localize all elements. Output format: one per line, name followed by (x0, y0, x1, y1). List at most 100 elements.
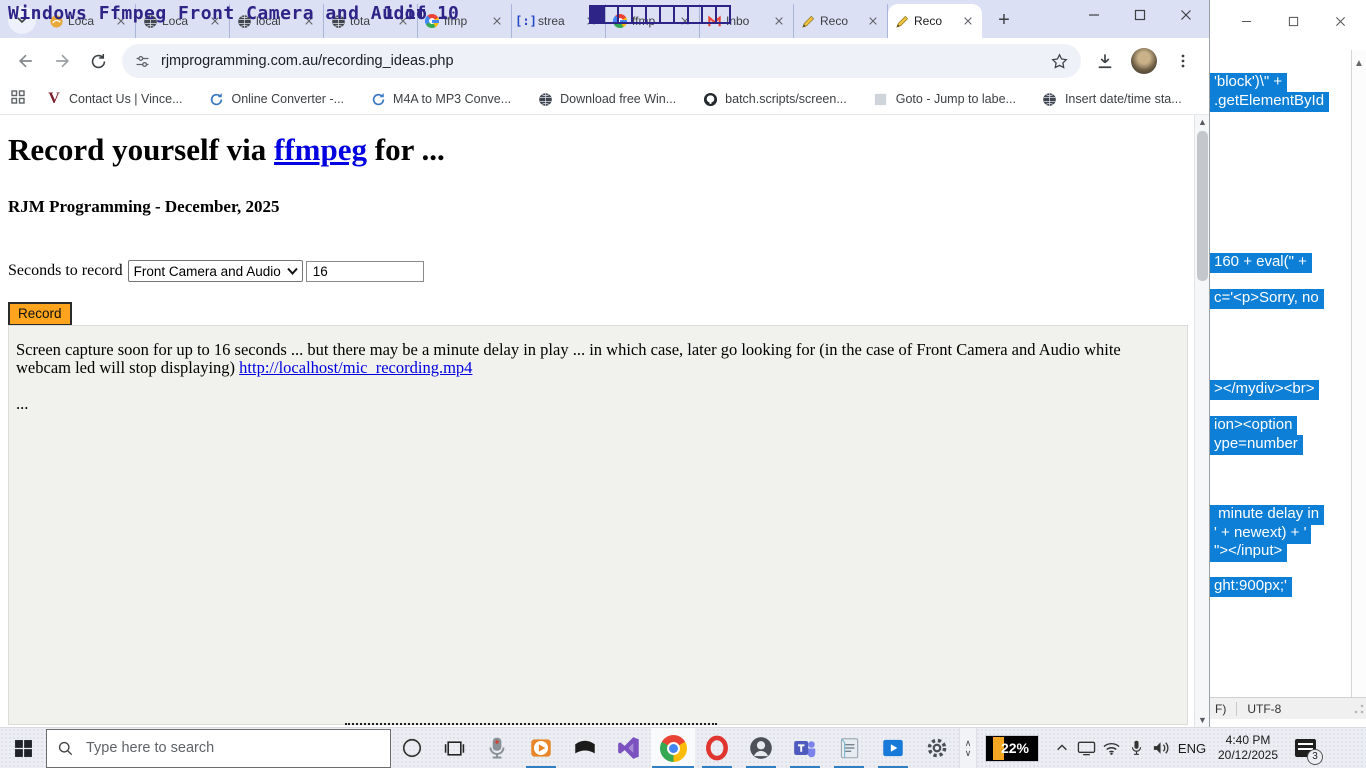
tab-close-icon[interactable] (395, 13, 411, 29)
tab-local-2[interactable]: local (230, 4, 324, 38)
task-view-button[interactable] (433, 728, 475, 768)
forward-button[interactable] (49, 48, 75, 74)
movies-tv-taskbar-icon[interactable] (871, 728, 915, 768)
battery-widget[interactable]: 22% (985, 735, 1039, 762)
taskbar-search-input[interactable]: Type here to search (46, 729, 391, 768)
battery-percent: 22% (1001, 740, 1029, 756)
resize-grip[interactable] (1353, 703, 1365, 715)
ffmpeg-link[interactable]: ffmpeg (274, 132, 367, 167)
selected-code-line: ght:900px;' (1210, 577, 1292, 597)
address-bar[interactable]: rjmprogramming.com.au/recording_ideas.ph… (122, 44, 1081, 78)
menu-kebab-icon[interactable] (1170, 48, 1196, 74)
record-button[interactable]: Record (8, 302, 72, 326)
search-icon (57, 740, 74, 757)
gmail-favicon (706, 13, 722, 29)
chrome-taskbar-icon[interactable] (651, 728, 695, 768)
bookmark-item-2[interactable]: M4A to MP3 Conve... (370, 91, 511, 107)
reload-button[interactable] (85, 48, 111, 74)
tab-ffmp-4[interactable]: ffmp (418, 4, 512, 38)
tab-reco-8[interactable]: Reco (794, 4, 888, 38)
speaker-icon[interactable] (1149, 728, 1174, 768)
minimize-button[interactable] (1071, 0, 1117, 30)
tab-close-icon[interactable] (771, 13, 787, 29)
tab-inbo-7[interactable]: Inbo (700, 4, 794, 38)
settings-taskbar-icon[interactable] (915, 728, 959, 768)
scroll-down-icon[interactable]: ▼ (1195, 713, 1210, 727)
divider (1236, 702, 1237, 716)
selected-code-line: 160 + eval(" + (1210, 253, 1312, 273)
voice-recorder-taskbar-icon[interactable] (475, 728, 519, 768)
bookmark-item-1[interactable]: Online Converter -... (208, 91, 344, 107)
tab-close-icon[interactable] (865, 13, 881, 29)
tab-close-icon[interactable] (960, 13, 976, 29)
editor-maximize-button[interactable] (1270, 8, 1317, 34)
clock[interactable]: 4:40 PM 20/12/2025 (1210, 733, 1286, 763)
select-caret-icon (287, 267, 298, 275)
tab-close-icon[interactable] (207, 13, 223, 29)
globe-favicon (330, 13, 346, 29)
apps-grid-icon[interactable] (10, 89, 26, 110)
tab-search-button[interactable] (8, 6, 36, 34)
back-button[interactable] (13, 48, 39, 74)
scroll-up-icon[interactable]: ▲ (1195, 115, 1210, 129)
start-button[interactable] (0, 728, 46, 768)
teams-taskbar-icon[interactable] (783, 728, 827, 768)
wifi-icon[interactable] (1099, 728, 1124, 768)
opera-taskbar-icon[interactable] (695, 728, 739, 768)
cortana-button[interactable] (391, 728, 433, 768)
notepad-taskbar-icon[interactable] (827, 728, 871, 768)
tab-close-icon[interactable] (583, 13, 599, 29)
tab-tota-3[interactable]: tota (324, 4, 418, 38)
new-tab-button[interactable]: + (990, 6, 1018, 34)
tab-reco-9[interactable]: Reco (888, 4, 982, 38)
bookmark-item-5[interactable]: Goto - Jump to labe... (873, 91, 1016, 107)
action-center-button[interactable]: 3 (1286, 728, 1324, 768)
editor-minimize-button[interactable] (1223, 8, 1270, 34)
tab-loca-1[interactable]: Loca (136, 4, 230, 38)
tab-close-icon[interactable] (301, 13, 317, 29)
pencil-favicon (800, 13, 816, 29)
language-indicator[interactable]: ENG (1174, 741, 1210, 756)
wallet-taskbar-icon[interactable] (563, 728, 607, 768)
bookmark-star-icon[interactable] (1050, 52, 1069, 71)
select-value: Front Camera and Audio (134, 264, 281, 279)
url-text[interactable]: rjmprogramming.com.au/recording_ideas.ph… (161, 53, 1050, 69)
scroll-up-chevron-icon[interactable]: ∧ (965, 738, 972, 748)
tab-close-icon[interactable] (489, 13, 505, 29)
site-settings-icon[interactable] (134, 53, 151, 70)
scrollbar-thumb[interactable] (1197, 131, 1208, 281)
editor-close-button[interactable] (1317, 8, 1364, 34)
editor-scrollbar[interactable]: ▲ (1351, 50, 1366, 697)
recording-link[interactable]: http://localhost/mic_recording.mp4 (239, 358, 472, 377)
tab-close-icon[interactable] (113, 13, 129, 29)
page-scrollbar[interactable]: ▲ ▼ (1194, 115, 1209, 727)
result-text: Screen capture soon for up to 16 seconds… (16, 341, 1179, 378)
tab-strea-5[interactable]: [:]strea (512, 4, 606, 38)
github-desktop-taskbar-icon[interactable] (739, 728, 783, 768)
maximize-button[interactable] (1117, 0, 1163, 30)
bookmark-item-0[interactable]: VContact Us | Vince... (46, 91, 182, 107)
profile-avatar[interactable] (1131, 48, 1157, 74)
selected-code-line: c='<p>Sorry, no (1210, 289, 1324, 309)
microphone-icon[interactable] (1124, 728, 1149, 768)
editor-scroll-up-icon[interactable]: ▲ (1352, 58, 1366, 69)
globe-favicon (236, 13, 252, 29)
taskbar-scroll-arrows[interactable]: ∧∨ (959, 728, 977, 768)
bookmark-item-4[interactable]: batch.scripts/screen... (702, 91, 847, 107)
cast-display-icon[interactable] (1074, 728, 1099, 768)
tab-label: tota (350, 14, 391, 28)
tab-close-icon[interactable] (677, 13, 693, 29)
bookmark-item-6[interactable]: Insert date/time sta... (1042, 91, 1182, 107)
tab-ffmp-6[interactable]: ffmp (606, 4, 700, 38)
visual-studio-taskbar-icon[interactable] (607, 728, 651, 768)
media-player-taskbar-icon[interactable] (519, 728, 563, 768)
close-button[interactable] (1163, 0, 1209, 30)
hidden-icons-chevron[interactable] (1049, 728, 1074, 768)
tab-loca-0[interactable]: Loca (42, 4, 136, 38)
selected-code-line: ></mydiv><br> (1210, 380, 1319, 400)
download-icon[interactable] (1092, 48, 1118, 74)
bookmark-item-3[interactable]: Download free Win... (537, 91, 676, 107)
seconds-input[interactable]: 16 (306, 261, 424, 282)
scroll-down-chevron-icon[interactable]: ∨ (965, 748, 972, 758)
capture-type-select[interactable]: Front Camera and Audio (128, 260, 303, 282)
